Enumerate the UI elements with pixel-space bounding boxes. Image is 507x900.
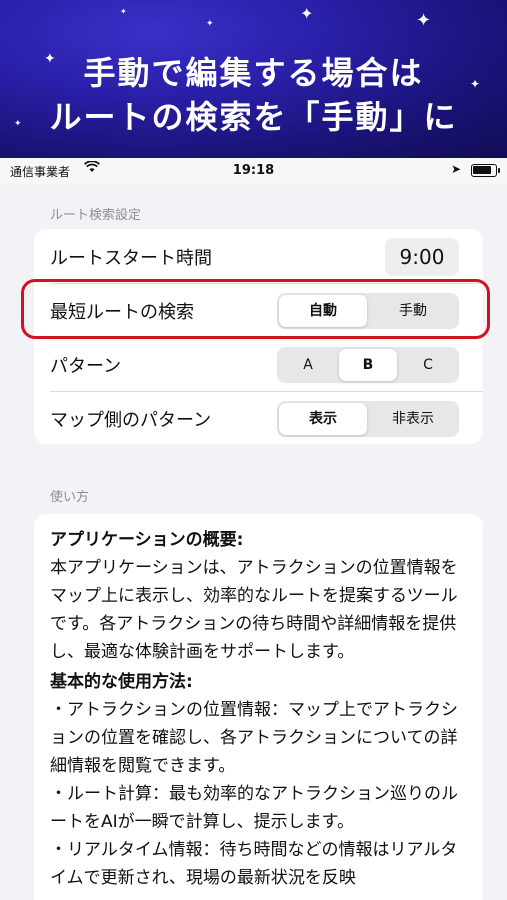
start-time-picker[interactable]: 9:00	[385, 238, 459, 276]
usage-card: アプリケーションの概要: 本アプリケーションは、アトラクションの位置情報をマップ…	[34, 514, 483, 900]
segment-hide[interactable]: 非表示	[369, 403, 457, 435]
basic-usage-title: 基本的な使用方法:	[50, 672, 193, 692]
usage-header: 使い方	[50, 490, 90, 505]
banner-headline-1: 手動で編集する場合は	[83, 54, 424, 92]
segment-c[interactable]: C	[399, 349, 457, 381]
segment-a[interactable]: A	[279, 349, 337, 381]
clock: 19:18	[232, 163, 275, 178]
route-settings-header: ルート検索設定	[50, 208, 142, 223]
star-icon: ✦	[300, 4, 314, 23]
map-pattern-row: マップ側のパターン 表示 非表示	[34, 391, 483, 445]
battery-icon	[471, 164, 500, 177]
usage-item: ・アトラクションの位置情報：マップ上でアトラクションの位置を確認し、各アトラクシ…	[50, 700, 458, 776]
segment-b[interactable]: B	[339, 349, 397, 381]
start-time-row: ルートスタート時間 9:00	[34, 229, 483, 283]
overview-body: 本アプリケーションは、アトラクションの位置情報をマップ上に表示し、効率的なルート…	[50, 558, 458, 662]
banner-headline-2: ルートの検索を「手動」に	[49, 98, 458, 136]
star-icon: ✦	[206, 19, 214, 29]
pattern-segmented[interactable]: A B C	[277, 347, 459, 383]
map-pattern-segmented[interactable]: 表示 非表示	[277, 401, 459, 437]
map-pattern-label: マップ側のパターン	[50, 410, 212, 431]
pattern-label: パターン	[50, 356, 122, 377]
segment-show[interactable]: 表示	[279, 403, 367, 435]
status-bar: 通信事業者 19:18 ➤	[0, 158, 507, 184]
usage-item: ・リアルタイム情報：待ち時間などの情報はリアルタイムで更新され、現場の最新状況を…	[50, 840, 458, 888]
usage-text: アプリケーションの概要: 本アプリケーションは、アトラクションの位置情報をマップ…	[50, 526, 470, 892]
star-icon: ✦	[416, 10, 432, 31]
promo-banner: ✦ ✦ ✦ ✦ ✦ ✦ ✦ 手動で編集する場合は ルートの検索を「手動」に	[0, 0, 507, 158]
location-arrow-icon: ➤	[450, 162, 461, 176]
usage-item: ・ルート計算：最も効率的なアトラクション巡りのルートをAIが一瞬で計算し、提示し…	[50, 784, 458, 832]
highlight-frame	[21, 279, 490, 339]
settings-content[interactable]: ルート検索設定 ルートスタート時間 9:00 最短ルートの検索 自動 手動 パタ…	[0, 184, 507, 900]
star-icon: ✦	[120, 7, 127, 16]
pattern-row: パターン A B C	[34, 337, 483, 391]
start-time-label: ルートスタート時間	[50, 248, 212, 269]
overview-title: アプリケーションの概要:	[50, 530, 244, 550]
